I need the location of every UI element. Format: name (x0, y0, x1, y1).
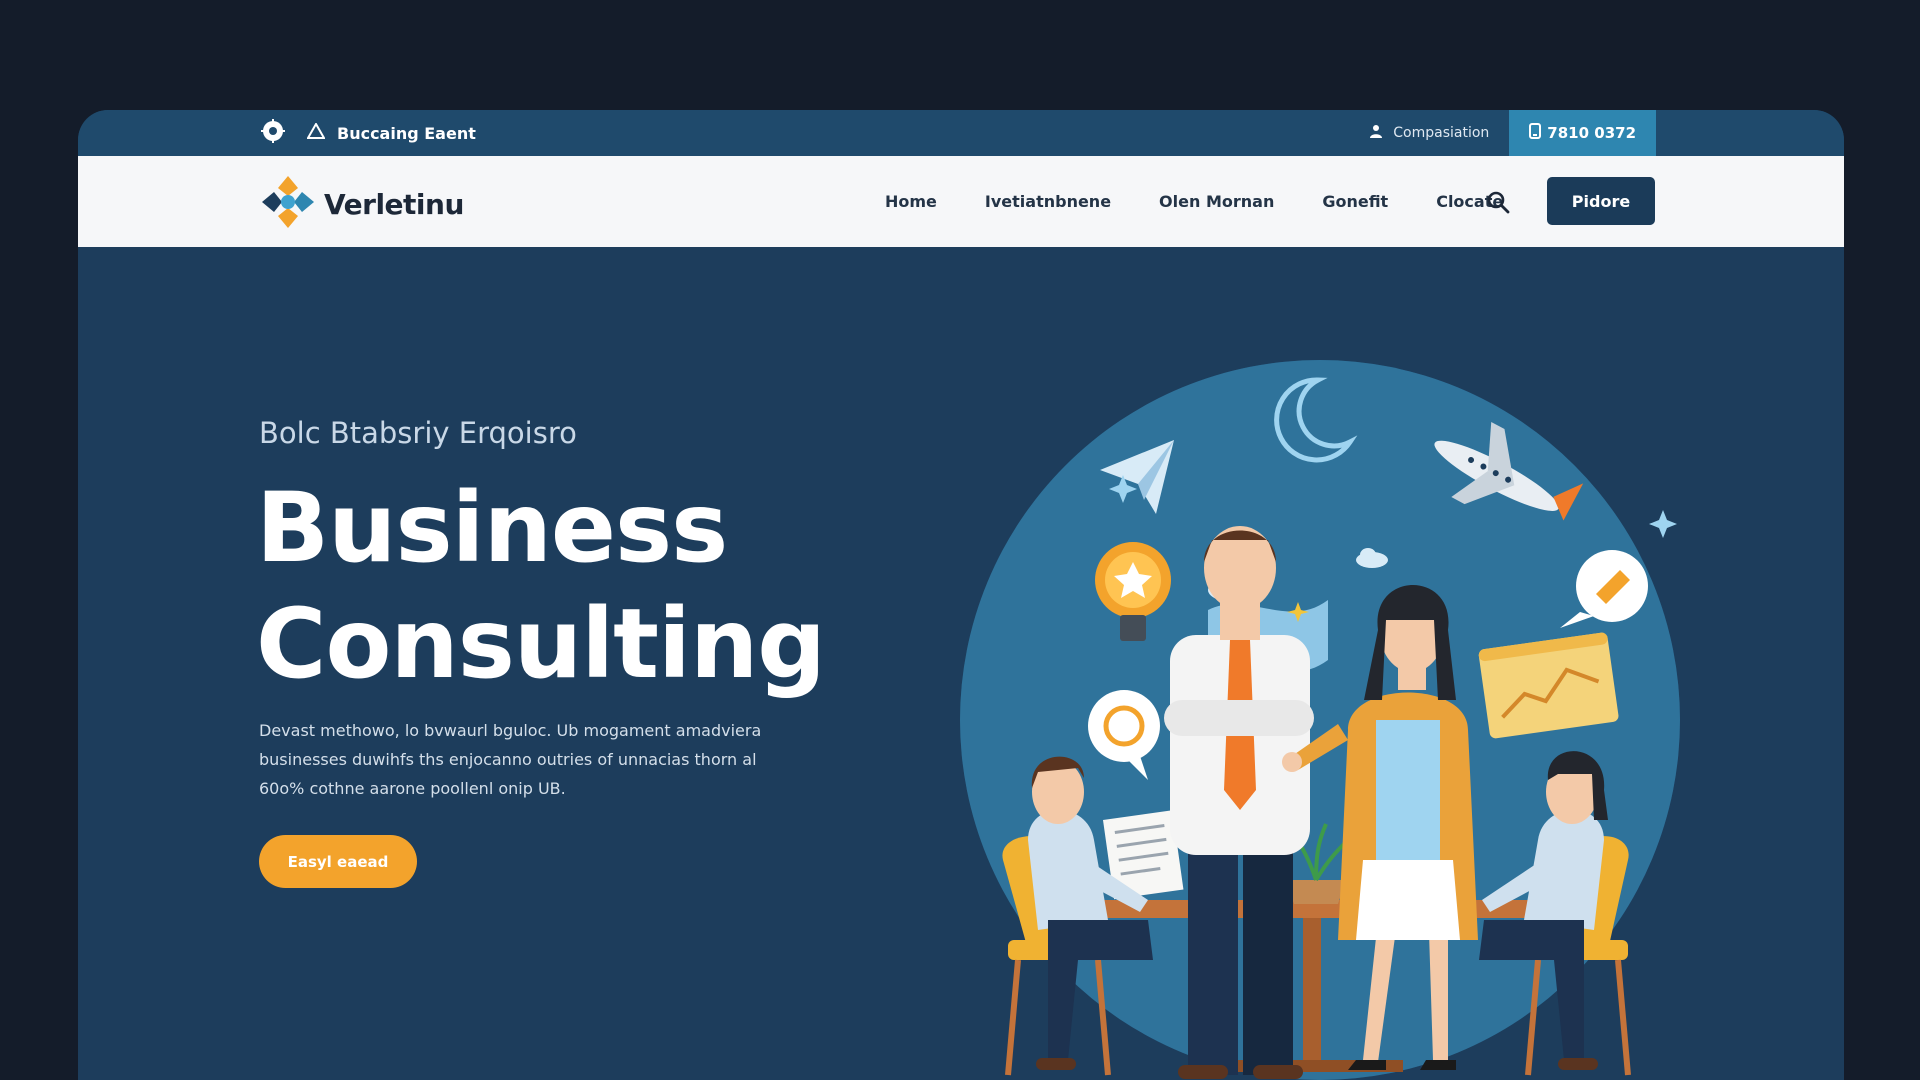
hero-description: Devast methowo, lo bvwaurl bguloc. Ub mo… (259, 716, 819, 803)
phone-icon (1529, 123, 1542, 143)
user-icon (1369, 124, 1383, 142)
nav-item-4[interactable]: Gonefit (1322, 192, 1388, 211)
company-link[interactable]: Compasiation (1369, 124, 1489, 142)
nav-home[interactable]: Home (885, 192, 937, 211)
hero-illustration (960, 360, 1680, 1080)
hero-eyebrow: Bolc Btabsriy Erqoisro (259, 416, 577, 450)
headline-line-1: Business (256, 472, 728, 584)
announcement-text: Buccaing Eaent (337, 123, 476, 143)
company-label: Compasiation (1393, 125, 1490, 141)
description-line-2: businesses duwihfs ths enjocanno outries… (259, 750, 757, 769)
description-line-3: 60o% cothne aarone poollenl onip UB. (259, 779, 566, 798)
nav-item-3[interactable]: Olen Mornan (1159, 192, 1274, 211)
nav-cta-button[interactable]: Pidore (1547, 177, 1655, 225)
nav-item-2[interactable]: Ivetiatnbnene (985, 192, 1111, 211)
warning-triangle-icon (306, 121, 326, 144)
gear-badge-icon[interactable] (261, 118, 285, 148)
sparkle-icon (1649, 510, 1677, 538)
phone-button[interactable]: 7810 0372 (1509, 110, 1656, 156)
topbar-right: Compasiation 7810 0372 (1369, 110, 1656, 156)
hero-headline: Business Consulting (256, 470, 826, 702)
headline-line-2: Consulting (256, 588, 826, 700)
phone-number: 7810 0372 (1547, 124, 1636, 142)
browser-frame: Buccaing Eaent Compasiation 7810 0372 Ve… (78, 110, 1844, 1080)
topbar-left: Buccaing Eaent (261, 110, 476, 156)
chart-card-icon (1478, 632, 1619, 739)
announcement-link[interactable]: Buccaing Eaent (306, 121, 476, 144)
brand-name: Verletinu (324, 188, 464, 221)
brand-logo-link[interactable]: Verletinu (260, 174, 464, 235)
brand-logo-icon (260, 174, 316, 235)
search-icon[interactable] (1486, 190, 1510, 214)
hero-cta-button[interactable]: Easyl eaead (259, 835, 417, 888)
main-navbar: Verletinu Home Ivetiatnbnene Olen Mornan… (78, 156, 1844, 247)
primary-nav: Home Ivetiatnbnene Olen Mornan Gonefit C… (885, 156, 1503, 247)
description-line-1: Devast methowo, lo bvwaurl bguloc. Ub mo… (259, 721, 762, 740)
top-utility-bar: Buccaing Eaent Compasiation 7810 0372 (78, 110, 1844, 156)
